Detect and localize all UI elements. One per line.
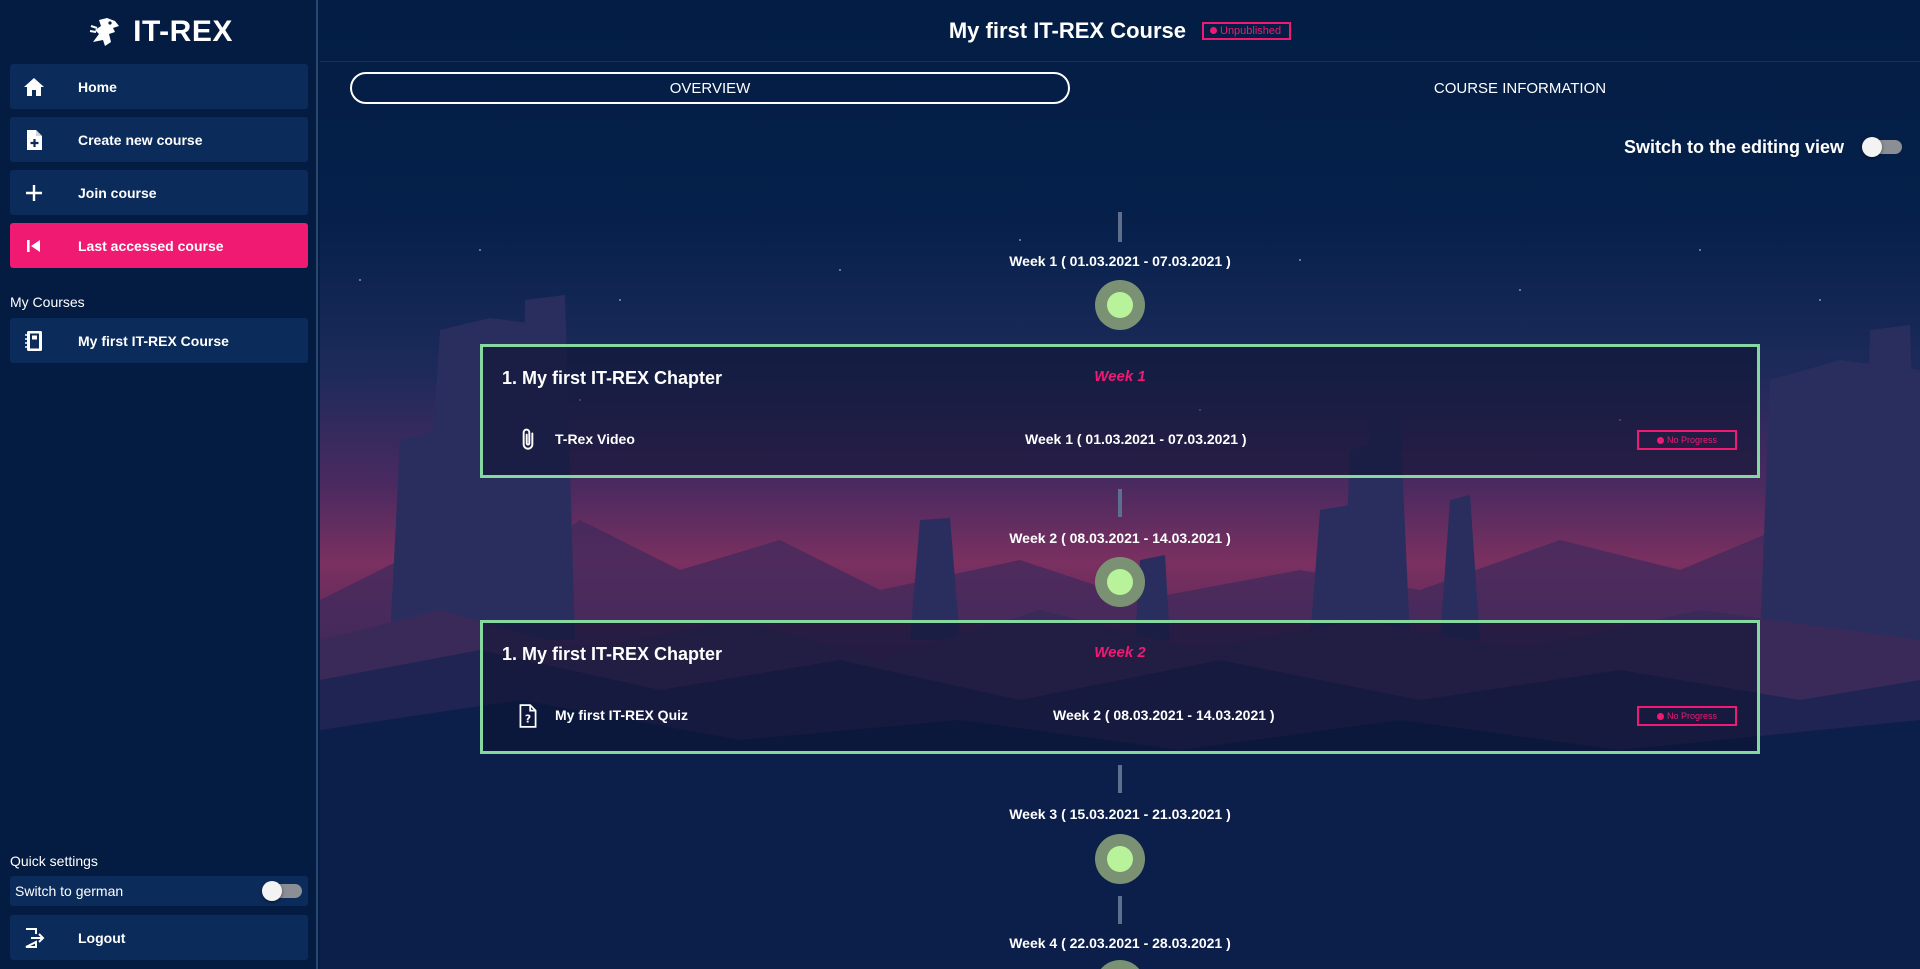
app-logo[interactable]: IT-REX bbox=[0, 10, 318, 54]
logout-button[interactable]: Logout bbox=[10, 915, 308, 960]
language-toggle[interactable] bbox=[262, 881, 302, 901]
skip-back-icon bbox=[10, 223, 58, 268]
timeline-connector bbox=[1118, 896, 1122, 924]
course-item-my-first-course[interactable]: My first IT-REX Course bbox=[10, 318, 308, 363]
status-badge-label: Unpublished bbox=[1220, 24, 1282, 37]
language-switch-row: Switch to german bbox=[10, 876, 308, 906]
language-toggle-knob bbox=[262, 881, 282, 901]
week-node-inner bbox=[1107, 846, 1133, 872]
chapter-card[interactable]: 1. My first IT-REX Chapter Week 1 T-Rex … bbox=[480, 344, 1760, 478]
progress-label: No Progress bbox=[1666, 435, 1718, 445]
course-main: My first IT-REX Course Unpublished OVERV… bbox=[320, 0, 1920, 969]
status-dot-icon bbox=[1210, 27, 1217, 34]
editing-view-toggle[interactable] bbox=[1862, 137, 1902, 157]
quiz-file-icon: ? bbox=[519, 704, 537, 728]
language-switch-label: Switch to german bbox=[15, 883, 124, 899]
timeline-connector bbox=[1118, 212, 1122, 242]
paperclip-icon bbox=[522, 428, 534, 450]
status-badge: Unpublished bbox=[1202, 21, 1292, 40]
progress-dot-icon bbox=[1656, 436, 1664, 444]
course-header: My first IT-REX Course Unpublished bbox=[320, 0, 1920, 62]
nav-last-accessed-label: Last accessed course bbox=[78, 237, 224, 254]
timeline-connector bbox=[1118, 765, 1122, 793]
chapter-week: Week 1 bbox=[1094, 368, 1146, 385]
tab-overview[interactable]: OVERVIEW bbox=[350, 72, 1070, 104]
editing-view-toggle-knob bbox=[1862, 137, 1882, 157]
progress-dot-icon bbox=[1656, 712, 1664, 720]
tab-overview-label: OVERVIEW bbox=[669, 79, 751, 97]
logout-icon bbox=[10, 915, 58, 960]
progress-label: No Progress bbox=[1666, 711, 1718, 721]
logout-label: Logout bbox=[78, 929, 126, 946]
chapter-card[interactable]: 1. My first IT-REX Chapter Week 2 ? My f… bbox=[480, 620, 1760, 754]
content-date: Week 2 ( 08.03.2021 - 14.03.2021 ) bbox=[1053, 707, 1275, 723]
plus-icon bbox=[10, 170, 58, 215]
editing-view-label: Switch to the editing view bbox=[1623, 136, 1844, 157]
course-item-label: My first IT-REX Course bbox=[78, 332, 229, 349]
nav-create-course-label: Create new course bbox=[78, 131, 203, 148]
week-node[interactable] bbox=[1095, 557, 1145, 607]
nav-join-course-label: Join course bbox=[78, 184, 157, 201]
svg-text:?: ? bbox=[525, 713, 531, 726]
file-plus-icon bbox=[10, 117, 58, 162]
timeline-connector bbox=[1118, 489, 1122, 517]
content-item[interactable]: T-Rex Video Week 1 ( 01.03.2021 - 07.03.… bbox=[483, 425, 1757, 455]
tab-course-information[interactable]: COURSE INFORMATION bbox=[1160, 72, 1880, 104]
nav-home[interactable]: Home bbox=[10, 64, 308, 109]
week-node-inner bbox=[1107, 292, 1133, 318]
nav-create-course[interactable]: Create new course bbox=[10, 117, 308, 162]
chapter-week: Week 2 bbox=[1094, 644, 1146, 661]
app-name: IT-REX bbox=[133, 15, 233, 48]
notebook-icon bbox=[10, 318, 58, 363]
sidebar: IT-REX Home Create new course Join cours… bbox=[0, 0, 318, 969]
week-label: Week 3 ( 15.03.2021 - 21.03.2021 ) bbox=[1009, 806, 1231, 822]
week-node[interactable] bbox=[1095, 834, 1145, 884]
week-node[interactable] bbox=[1095, 280, 1145, 330]
content-title: T-Rex Video bbox=[555, 431, 635, 447]
content-item[interactable]: ? My first IT-REX Quiz Week 2 ( 08.03.20… bbox=[483, 701, 1757, 731]
home-icon bbox=[10, 64, 58, 109]
content-date: Week 1 ( 01.03.2021 - 07.03.2021 ) bbox=[1025, 431, 1247, 447]
content-title: My first IT-REX Quiz bbox=[555, 707, 689, 723]
week-label: Week 4 ( 22.03.2021 - 28.03.2021 ) bbox=[1009, 935, 1231, 951]
my-courses-heading: My Courses bbox=[10, 294, 85, 310]
editing-view-switch-row: Switch to the editing view bbox=[1624, 134, 1902, 160]
progress-badge: No Progress bbox=[1637, 706, 1737, 726]
tab-course-information-label: COURSE INFORMATION bbox=[1433, 79, 1607, 97]
week-label: Week 2 ( 08.03.2021 - 14.03.2021 ) bbox=[1009, 530, 1231, 546]
quick-settings-heading: Quick settings bbox=[10, 853, 98, 869]
nav-home-label: Home bbox=[78, 78, 117, 95]
week-label: Week 1 ( 01.03.2021 - 07.03.2021 ) bbox=[1009, 253, 1231, 269]
nav-join-course[interactable]: Join course bbox=[10, 170, 308, 215]
trex-logo-icon bbox=[89, 18, 120, 46]
week-node-inner bbox=[1107, 569, 1133, 595]
nav-last-accessed-course[interactable]: Last accessed course bbox=[10, 223, 308, 268]
course-title: My first IT-REX Course bbox=[948, 17, 1186, 43]
progress-badge: No Progress bbox=[1637, 430, 1737, 450]
